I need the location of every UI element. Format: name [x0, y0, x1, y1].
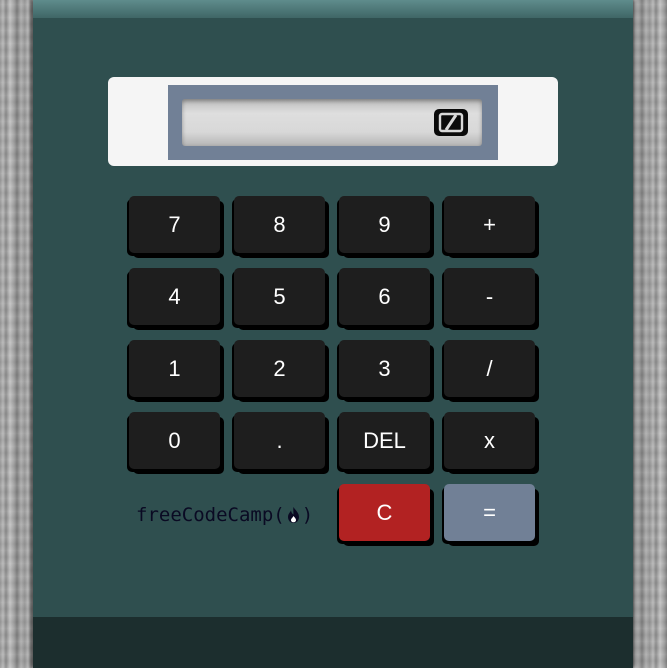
key-decimal[interactable]: .	[234, 412, 325, 469]
key-multiply[interactable]: x	[444, 412, 535, 469]
key-6[interactable]: 6	[339, 268, 430, 325]
key-5[interactable]: 5	[234, 268, 325, 325]
clear-button[interactable]: C	[339, 484, 430, 541]
flame-icon	[287, 507, 299, 523]
calculator-display	[182, 99, 482, 146]
brand-text: freeCodeCamp(	[136, 504, 285, 526]
calculator-top-edge	[33, 0, 633, 18]
key-2[interactable]: 2	[234, 340, 325, 397]
key-0[interactable]: 0	[129, 412, 220, 469]
key-4[interactable]: 4	[129, 268, 220, 325]
brand-wordmark: freeCodeCamp( )	[136, 502, 313, 528]
key-divide[interactable]: /	[444, 340, 535, 397]
screen-panel	[108, 77, 558, 166]
calculator-body: 7 8 9 + 4 5 6 - 1 2 3 / 0 . DEL x C = fr…	[33, 0, 633, 668]
brand-text-close: )	[301, 504, 314, 526]
freecodecamp-logo-icon	[434, 109, 468, 136]
key-delete[interactable]: DEL	[339, 412, 430, 469]
key-9[interactable]: 9	[339, 196, 430, 253]
key-8[interactable]: 8	[234, 196, 325, 253]
key-subtract[interactable]: -	[444, 268, 535, 325]
key-1[interactable]: 1	[129, 340, 220, 397]
screen-frame	[168, 85, 498, 160]
key-add[interactable]: +	[444, 196, 535, 253]
equals-button[interactable]: =	[444, 484, 535, 541]
key-3[interactable]: 3	[339, 340, 430, 397]
key-7[interactable]: 7	[129, 196, 220, 253]
calculator-bottom-edge	[33, 617, 633, 668]
